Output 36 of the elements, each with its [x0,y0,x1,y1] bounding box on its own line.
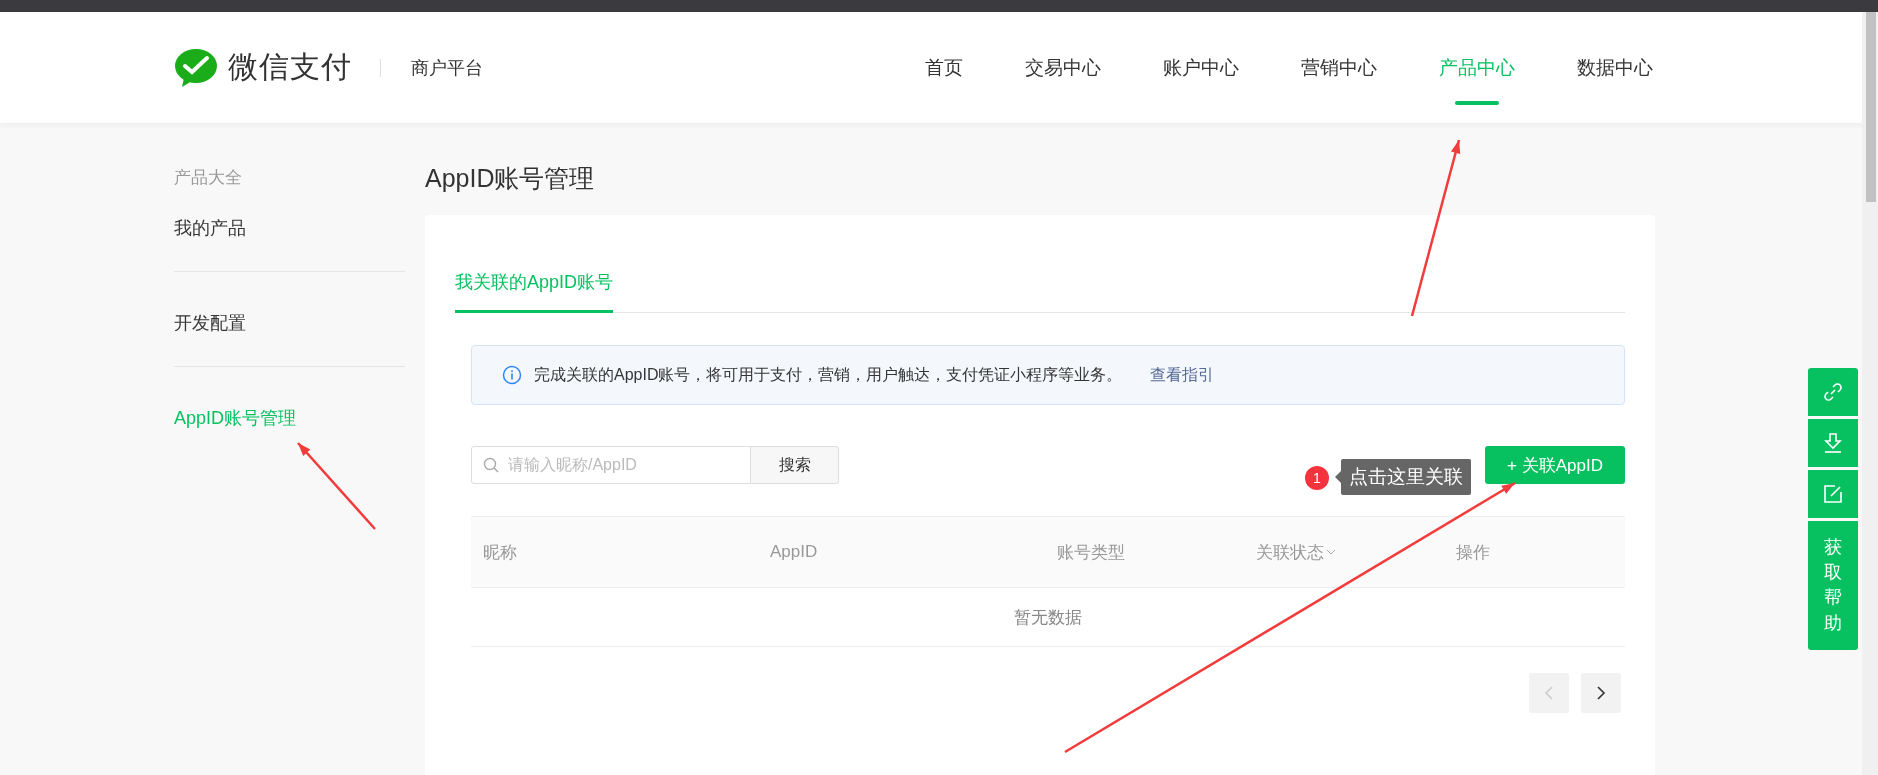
platform-title: 商户平台 [411,56,483,80]
edit-icon [1823,484,1843,504]
logo-icon [174,47,218,88]
guide-link[interactable]: 查看指引 [1150,364,1215,386]
link-icon [1823,382,1843,402]
next-page-button[interactable] [1581,673,1621,713]
search-button[interactable]: 搜索 [751,446,839,484]
column-header: 昵称 [483,541,517,564]
nav-tab[interactable]: 账户中心 [1132,12,1270,123]
download-button[interactable] [1808,419,1858,467]
nav-tab[interactable]: 营销中心 [1270,12,1408,123]
chevron-right-icon [1596,685,1606,701]
link-button[interactable] [1808,368,1858,416]
logo-text: 微信支付 [228,49,352,85]
nav-tab[interactable]: 数据中心 [1546,12,1684,123]
step-badge: 1 [1305,466,1329,490]
nav-tab[interactable]: 交易中心 [994,12,1132,123]
sidebar-heading: 产品大全 [174,167,243,189]
search-field[interactable]: 请输入昵称/AppID [471,446,751,484]
column-header: 操作 [1456,541,1490,564]
search-icon [483,457,499,473]
info-icon [502,365,522,385]
sidebar-item[interactable]: 开发配置 [174,298,405,348]
notice-text: 完成关联的AppID账号，将可用于支付，营销，用户触达，支付凭证小程序等业务。 [534,364,1123,385]
download-icon [1823,432,1843,454]
edit-button[interactable] [1808,470,1858,518]
column-header: 账号类型 [1057,541,1125,564]
sidebar-item[interactable]: 我的产品 [174,203,405,253]
scrollbar-thumb[interactable] [1866,12,1876,202]
page-title: AppID账号管理 [425,163,596,193]
nav-tab[interactable]: 首页 [894,12,994,123]
chevron-left-icon [1544,685,1554,701]
column-header: AppID [770,542,818,562]
tooltip: 点击这里关联 [1335,459,1471,495]
caret-icon[interactable] [1326,548,1336,556]
empty-text: 暂无数据 [1014,606,1082,629]
